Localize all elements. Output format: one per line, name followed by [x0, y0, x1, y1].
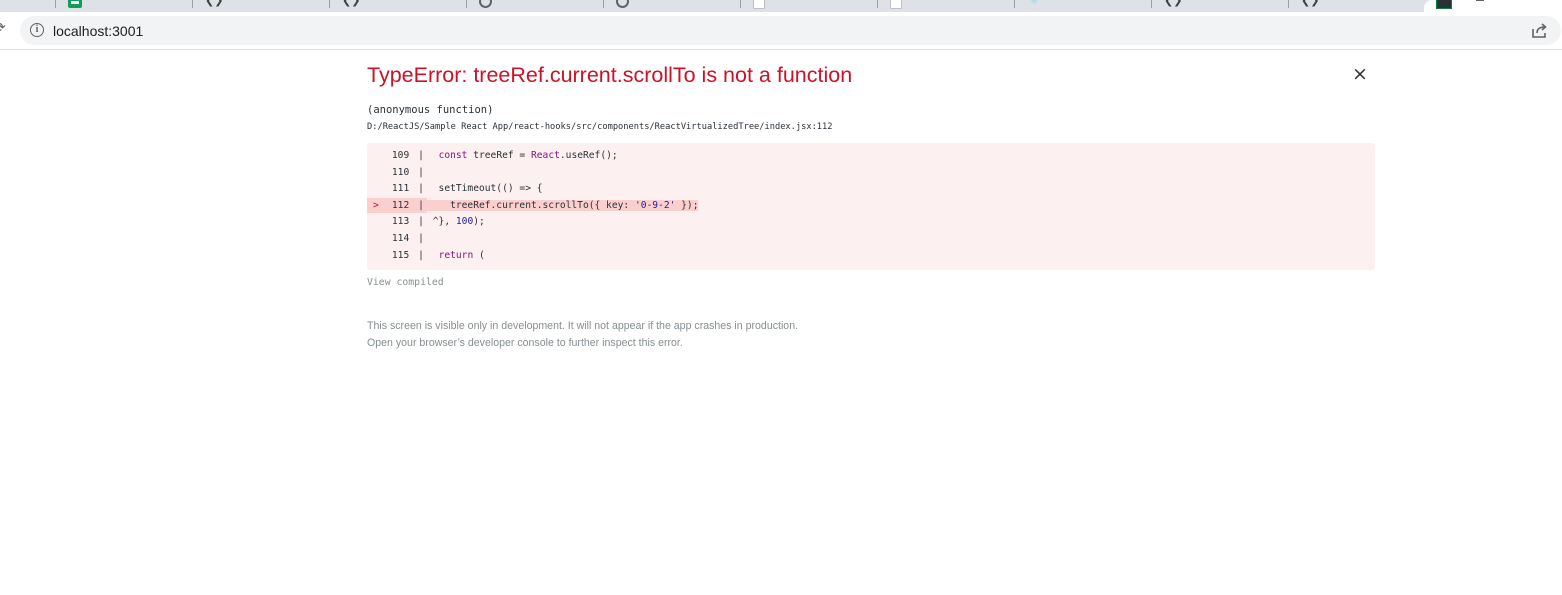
document-icon [890, 0, 902, 9]
browser-tab[interactable]: ❮❯ [193, 0, 330, 12]
code-brackets-icon: ❮❯ [1301, 0, 1320, 7]
code-line-error: >112 | treeRef.current.scrollTo({ key: '… [367, 197, 699, 213]
file-path-link[interactable]: D:/ReactJS/Sample React App/react-hooks/… [367, 121, 833, 133]
terminal-icon [1436, 0, 1452, 9]
code-line: 109 | const treeRef = React.useRef(); [367, 148, 618, 163]
line-number: 113 [391, 216, 415, 228]
dev-notice: This screen is visible only in developme… [367, 318, 798, 352]
error-line-marker: > [373, 199, 379, 211]
browser-tab[interactable] [0, 0, 56, 12]
code-brackets-icon: ❮❯ [1164, 0, 1183, 7]
line-number: 111 [391, 183, 415, 195]
browser-tab[interactable]: ❮❯ [1152, 0, 1289, 12]
code-text: const treeRef = React.useRef(); [438, 150, 618, 161]
code-text: ^}, 100); [427, 216, 485, 228]
close-button[interactable]: × [1351, 64, 1369, 84]
code-line: 111 | setTimeout(() => { [367, 181, 543, 196]
browser-tab-active[interactable] [1424, 0, 1562, 12]
code-line: 114 | [367, 231, 427, 246]
code-text: setTimeout(() => { [427, 183, 543, 195]
line-number: 115 [391, 249, 415, 261]
site-info-icon[interactable]: i [30, 23, 44, 37]
reload-icon[interactable]: ⟳ [0, 21, 6, 35]
browser-tab[interactable] [878, 0, 1015, 12]
browser-tab[interactable]: ⚛ [1015, 0, 1152, 12]
browser-tab[interactable] [467, 0, 604, 12]
code-text: treeRef.current.scrollTo({ key: '0-9-2' … [427, 199, 699, 211]
view-compiled-link[interactable]: View compiled [367, 276, 444, 289]
react-icon: ⚛ [1029, 0, 1039, 7]
browser-tab[interactable] [56, 0, 193, 12]
browser-tab[interactable] [604, 0, 741, 12]
code-brackets-icon: ❮❯ [342, 0, 361, 7]
code-line: 113 | ^}, 100); [367, 214, 485, 229]
browser-tab[interactable]: ❮❯ [1289, 0, 1426, 12]
function-name: (anonymous function) [367, 104, 494, 116]
browser-tab[interactable] [741, 0, 878, 12]
line-number: 109 [391, 150, 415, 161]
dev-notice-line1: This screen is visible only in developme… [367, 320, 799, 332]
code-line: 115 | return ( [367, 248, 485, 263]
globe-icon [479, 0, 492, 8]
code-brackets-icon: ❮❯ [205, 0, 224, 7]
dev-notice-line2: Open your browser’s developer console to… [367, 337, 683, 349]
share-icon[interactable] [1530, 22, 1548, 40]
url-text[interactable]: localhost:3001 [53, 23, 143, 39]
line-number: 114 [391, 233, 415, 244]
line-number: 110 [391, 166, 415, 178]
tab-strip: ❮❯ ❮❯ ⚛ ❮❯ ❮❯ [0, 0, 1562, 12]
sheets-icon [68, 0, 82, 8]
document-icon [753, 0, 765, 9]
code-text: return ( [438, 249, 485, 261]
address-bar[interactable]: i localhost:3001 [20, 16, 1561, 45]
browser-toolbar: ⟳ i localhost:3001 [0, 12, 1562, 50]
code-line: 110 | [367, 165, 427, 180]
error-title: TypeError: treeRef.current.scrollTo is n… [367, 63, 853, 87]
browser-tab[interactable]: ❮❯ [330, 0, 467, 12]
code-frame: 109 | const treeRef = React.useRef(); 110… [367, 143, 1375, 270]
globe-icon [616, 0, 629, 8]
